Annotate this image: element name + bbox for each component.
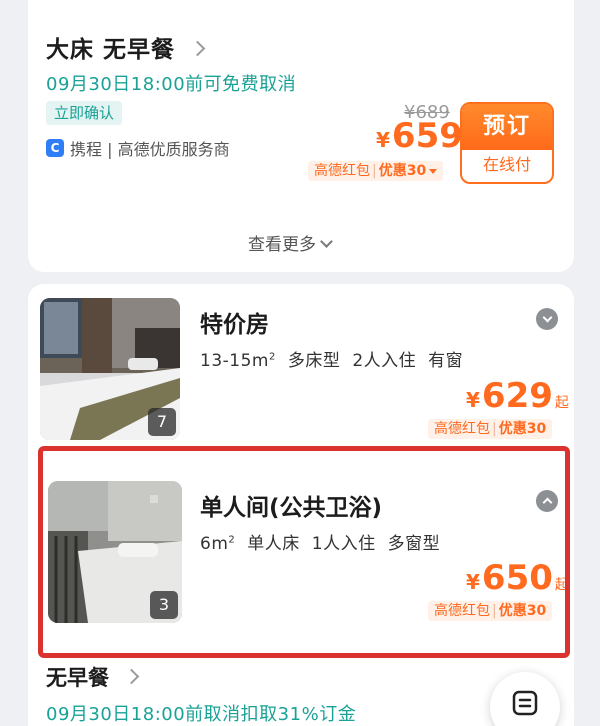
ctrip-logo-icon: C [46,139,64,157]
chevron-right-icon [123,668,140,685]
book-button-label: 预订 [462,104,552,150]
supplier-row: C 携程 | 高德优质服务商 [46,136,230,160]
chevron-down-icon [320,235,333,248]
room-name[interactable]: 特价房 [200,305,269,339]
see-more-button[interactable]: 查看更多 [248,230,333,255]
promo-label: 高德红包 [314,163,370,179]
chevron-right-icon [189,40,206,57]
room-price: ¥629 起 [466,376,569,416]
bed-option-title-row[interactable]: 大床 无早餐 [46,30,206,64]
bed-type: 多床型 [287,351,341,371]
room-photo[interactable]: 7 [40,298,180,440]
photo-count-badge: 7 [148,408,176,436]
promo-discount: 优惠30 [378,163,427,179]
instant-confirm-tag: 立即确认 [46,101,123,125]
bed-option-title: 大床 无早餐 [46,37,176,63]
chevron-down-icon [542,312,552,323]
currency-symbol: ¥ [466,388,480,412]
breakfast-option-title-row[interactable]: 无早餐 [46,662,140,692]
price-value: 659 [391,116,463,156]
highlight-annotation-box [38,446,570,658]
cancel-policy: 09月30日18:00前可免费取消 [46,74,297,95]
promo-discount: 优惠30 [498,421,547,437]
occupancy: 2人入住 [352,351,417,371]
price-suffix: 起 [554,395,569,411]
room-specs: 13-15m2 多床型 2人入住 有窗 [200,346,463,371]
price-value: 629 [481,376,553,416]
currency-symbol: ¥ [376,128,390,152]
caret-down-icon [429,168,438,174]
promo-badge[interactable]: 高德红包 | 优惠30 [308,161,444,181]
list-icon [512,690,538,716]
room-area: 13-15m2 [200,351,276,371]
promo-label: 高德红包 [434,421,490,437]
promo-badge: 高德红包 | 优惠30 [428,419,553,439]
pay-online-label: 在线付 [482,155,531,174]
window-type: 有窗 [428,351,464,371]
see-more-label: 查看更多 [248,235,316,255]
breakfast-option-title: 无早餐 [46,666,109,690]
current-price: ¥659 [376,116,463,156]
cancel-policy: 09月30日18:00前取消扣取31%订金 [46,704,357,725]
book-button[interactable]: 预订 在线付 [460,102,554,184]
expand-toggle-button[interactable] [536,308,558,330]
supplier-text: 携程 | 高德优质服务商 [70,140,230,159]
